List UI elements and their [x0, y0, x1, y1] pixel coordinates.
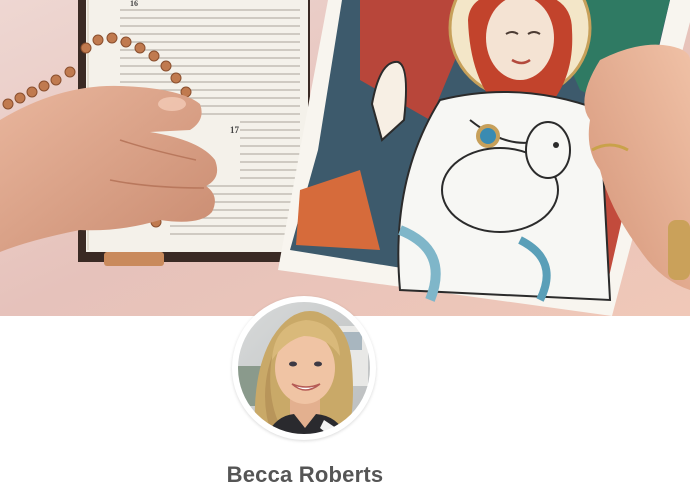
cover-photo: 16 17 — [0, 0, 690, 316]
verse-number-16: 16 — [130, 0, 138, 8]
profile-name: Becca Roberts — [226, 462, 384, 487]
avatar[interactable] — [232, 296, 376, 440]
verse-number-17: 17 — [230, 125, 240, 135]
